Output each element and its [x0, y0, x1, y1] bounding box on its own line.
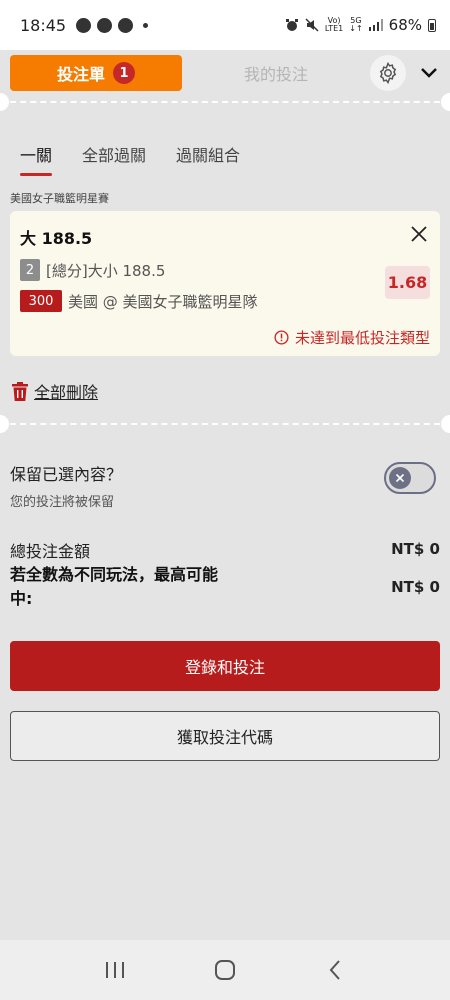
warning-message: 未達到最低投注類型: [274, 327, 430, 348]
tab-single[interactable]: 一關: [20, 142, 53, 176]
keep-subtitle: 您的投注將被保留: [10, 495, 115, 510]
battery-icon: [428, 18, 436, 32]
betslip-header: 投注單 1 我的投注: [0, 38, 450, 100]
toggle-knob: [389, 467, 411, 489]
match-name: 美國 @ 美國女子職籃明星隊: [68, 292, 258, 311]
remove-bet-button[interactable]: [408, 223, 430, 245]
recent-apps-button[interactable]: [95, 955, 135, 985]
market-number: 2: [20, 259, 40, 281]
tab-parlay-combo[interactable]: 過關組合: [176, 142, 240, 176]
delete-all-label: 全部刪除: [34, 383, 99, 402]
tab-my-bets[interactable]: 我的投注: [182, 61, 370, 85]
signal-icon: [368, 19, 383, 31]
settings-button[interactable]: [370, 55, 406, 91]
system-nav-bar: [0, 940, 450, 1000]
odds-value: 1.68: [385, 266, 430, 299]
max-win-value: NT$ 0: [391, 578, 440, 596]
line-notification-icon: [97, 17, 113, 33]
alert-icon: [274, 330, 289, 345]
battery-percent: 68%: [388, 16, 422, 34]
app-notification-icon: [76, 17, 92, 33]
betslip-count-badge: 1: [113, 62, 135, 84]
selection-title: 大 188.5: [20, 229, 93, 248]
divider-notch-right: [441, 415, 450, 433]
mute-icon: [305, 18, 319, 32]
get-bet-code-button[interactable]: 獲取投注代碼: [10, 711, 440, 761]
tab-all-parlay[interactable]: 全部過關: [82, 142, 146, 176]
alarm-icon: [285, 19, 298, 31]
keep-selections: 保留已選內容？ 您的投注將被保留: [10, 461, 122, 510]
5g-indicator: 5G ↓↑: [349, 16, 363, 33]
gear-icon: [379, 61, 397, 85]
volte-indicator: Vo) LTE1: [324, 16, 344, 33]
dashed-divider: [0, 101, 450, 103]
collapse-button[interactable]: [418, 62, 440, 84]
total-stake-value: NT$ 0: [391, 540, 440, 558]
warning-text: 未達到最低投注類型: [294, 329, 430, 347]
trash-icon: [12, 381, 28, 401]
chevron-down-icon: [421, 68, 437, 78]
more-notifications-icon: [143, 22, 149, 28]
close-icon: [411, 226, 427, 242]
max-win-label: 若全數為不同玩法，最高可能中:: [10, 565, 219, 608]
divider-notch-left: [0, 415, 9, 433]
home-icon: [215, 960, 235, 980]
market-name: [總分]大小 188.5: [46, 261, 166, 280]
tab-betslip[interactable]: 投注單 1: [10, 55, 182, 91]
status-time: 18:45: [20, 15, 67, 35]
keep-selections-toggle[interactable]: [384, 462, 436, 494]
bet-card: 大 188.5 2 [總分]大小 188.5 300 美國 @ 美國女子職籃明星…: [10, 211, 440, 356]
league-name: 美國女子職籃明星賽: [10, 192, 109, 205]
match-row: 300 美國 @ 美國女子職籃明星隊: [20, 290, 258, 312]
dashed-divider: [0, 423, 450, 425]
bet-type-tabs: 一關 全部過關 過關組合: [20, 142, 240, 176]
total-stake-label: 總投注金額: [10, 542, 91, 561]
divider-notch-right: [441, 93, 450, 111]
delete-all-button[interactable]: 全部刪除: [12, 379, 98, 403]
betslip-label: 投注單: [56, 65, 105, 84]
back-icon: [329, 960, 340, 980]
market-row: 2 [總分]大小 188.5: [20, 259, 165, 281]
home-button[interactable]: [205, 955, 245, 985]
recent-apps-icon: [106, 962, 124, 978]
account-notification-icon: [118, 17, 134, 33]
back-button[interactable]: [315, 955, 355, 985]
login-and-bet-button[interactable]: 登錄和投注: [10, 641, 440, 691]
match-code: 300: [20, 290, 62, 312]
keep-title: 保留已選內容？: [10, 465, 123, 484]
close-icon: [395, 473, 405, 483]
